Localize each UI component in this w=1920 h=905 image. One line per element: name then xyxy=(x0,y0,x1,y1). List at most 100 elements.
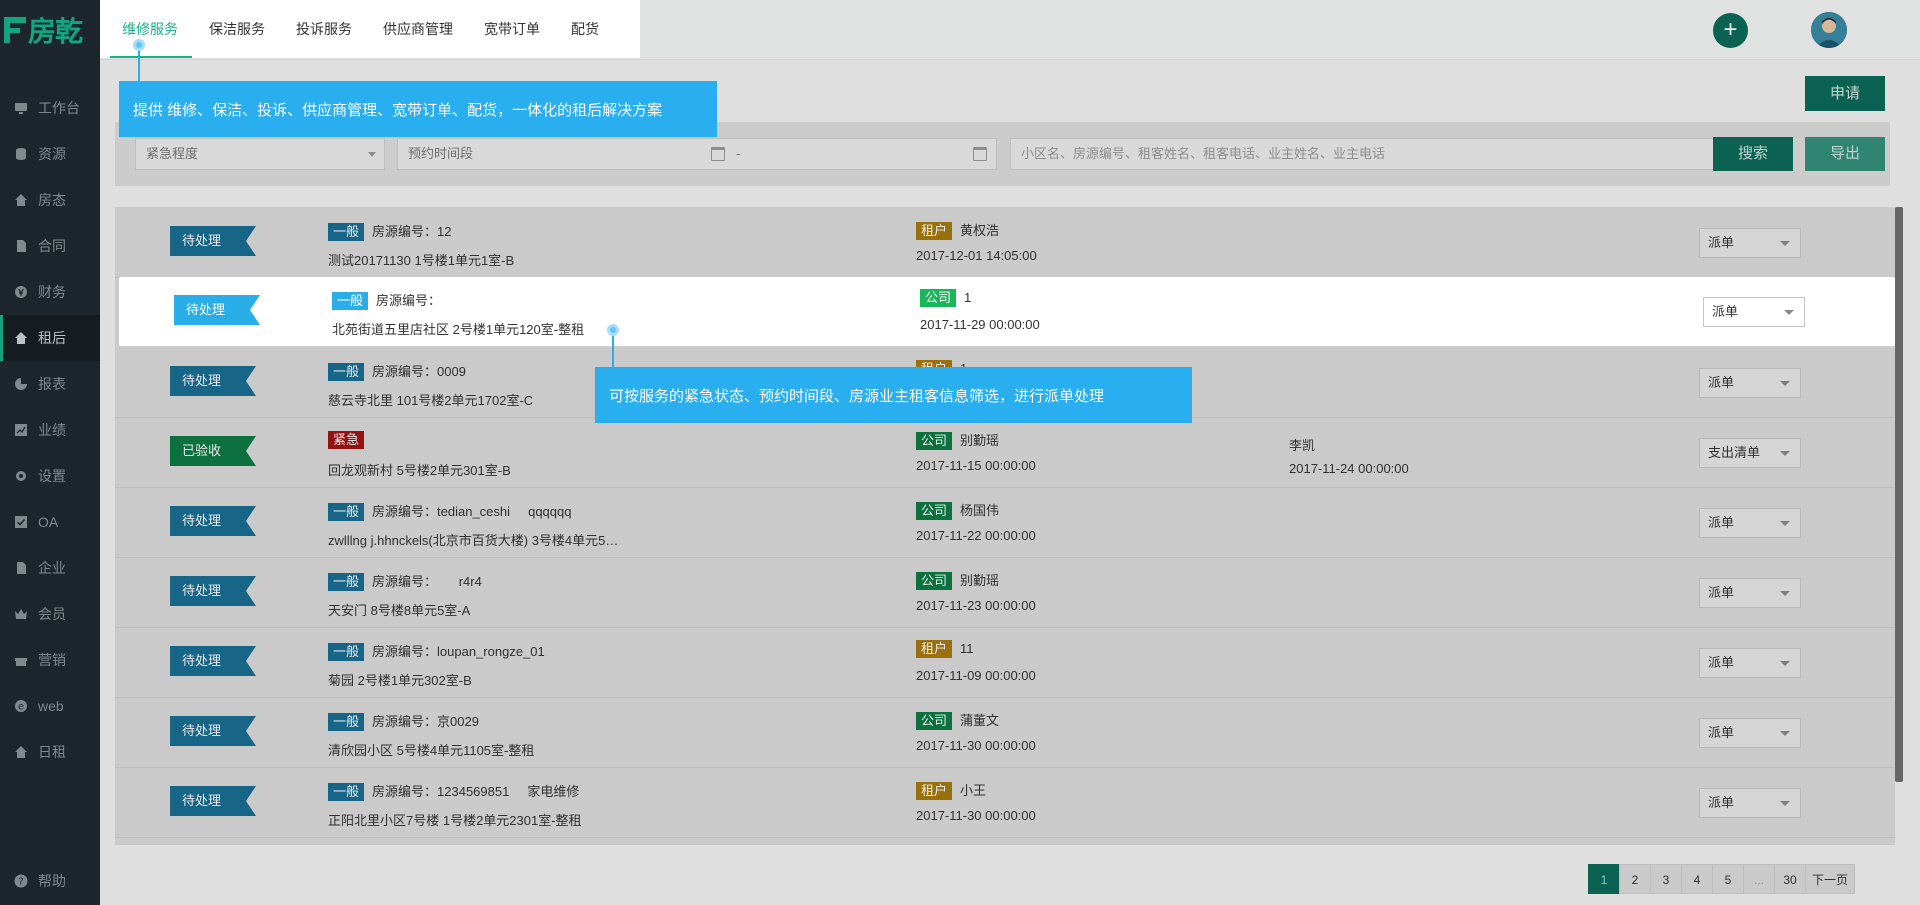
row-action-select[interactable]: 派单 xyxy=(1699,368,1801,398)
sidebar-item-0[interactable]: 工作台 xyxy=(0,85,100,131)
table-row[interactable]: 待处理 一般 房源编号：京0029 清欣园小区 5号楼4单元1105室-整租 公司 蒲董文… xyxy=(115,698,1895,768)
row-action-select[interactable]: 派单 xyxy=(1699,228,1801,258)
row-level-line: 一般 房源编号： r4r4 xyxy=(328,571,482,591)
tab-repair[interactable]: 维修服务 xyxy=(110,0,192,58)
row-address: 北苑街道五里店社区 2号楼1单元120室-整租 xyxy=(332,322,585,337)
brand-logo[interactable]: 房乾 xyxy=(4,10,83,50)
chart-icon xyxy=(14,423,28,437)
chevron-down-icon xyxy=(1780,521,1790,526)
party-tag: 公司 xyxy=(916,502,953,520)
house-no-label: 房源编号： xyxy=(372,714,438,729)
apply-button[interactable]: 申请 xyxy=(1805,76,1885,111)
row-address: 菊园 2号楼1单元302室-B xyxy=(328,673,472,688)
table-row[interactable]: 待处理 一般 房源编号：loupan_rongze_01 菊园 2号楼1单元302室-… xyxy=(115,628,1895,698)
brand-logo-text: 房乾 xyxy=(28,16,83,47)
sidebar-item-10[interactable]: 企业 xyxy=(0,545,100,591)
chevron-down-icon xyxy=(1780,381,1790,386)
page-button[interactable]: 30 xyxy=(1774,864,1806,894)
page-button[interactable]: 1 xyxy=(1588,864,1620,894)
table-row[interactable]: 待处理 一般 房源编号： 北苑街道五里店社区 2号楼1单元120室-整租 公司 1 2017… xyxy=(119,277,1895,347)
sidebar-item-2[interactable]: 房态 xyxy=(0,177,100,223)
appointment-period-picker[interactable]: 预约时间段 - xyxy=(397,138,997,170)
row-action-select[interactable]: 派单 xyxy=(1699,648,1801,678)
sidebar-item-7[interactable]: 业绩 xyxy=(0,407,100,453)
sidebar-item-5[interactable]: 租后 xyxy=(0,315,100,361)
export-button[interactable]: 导出 xyxy=(1805,137,1885,171)
svg-text:e: e xyxy=(18,702,24,713)
chevron-down-icon xyxy=(1784,310,1794,315)
page-button[interactable]: 5 xyxy=(1712,864,1744,894)
database-icon xyxy=(14,147,28,161)
help-link[interactable]: ? 帮助 xyxy=(14,871,66,891)
row-level-line: 一般 房源编号：tedian_ceshi qqqqqq xyxy=(328,501,571,521)
pagination: 1 2 3 4 5... 30 下一页 xyxy=(1588,864,1855,894)
user-avatar[interactable] xyxy=(1811,12,1847,48)
table-row[interactable]: 待处理 一般 房源编号： r4r4 天安门 8号楼8单元5室-A 公司 别勤瑶 2017-1… xyxy=(115,558,1895,628)
pagination-ellipsis: ... xyxy=(1743,864,1775,894)
tabs-guide-tooltip: 提供 维修、保洁、投诉、供应商管理、宽带订单、配货，一体化的租后解决方案 xyxy=(119,81,717,137)
row-action-label: 派单 xyxy=(1708,655,1735,670)
sidebar-item-9[interactable]: OA xyxy=(0,499,100,545)
page-button[interactable]: 3 xyxy=(1650,864,1682,894)
sidebar-item-4[interactable]: 财务 xyxy=(0,269,100,315)
sidebar-item-label: 营销 xyxy=(38,652,66,668)
search-button[interactable]: 搜索 xyxy=(1713,137,1793,171)
sidebar-item-11[interactable]: 会员 xyxy=(0,591,100,637)
party-tag: 公司 xyxy=(916,572,953,590)
sidebar-item-label: OA xyxy=(38,514,59,530)
row-action-select[interactable]: 派单 xyxy=(1699,508,1801,538)
page-button[interactable]: 4 xyxy=(1681,864,1713,894)
sidebar-item-3[interactable]: 合同 xyxy=(0,223,100,269)
sidebar-item-12[interactable]: 营销 xyxy=(0,637,100,683)
row-action-select[interactable]: 派单 xyxy=(1699,578,1801,608)
sidebar-item-1[interactable]: 资源 xyxy=(0,131,100,177)
row-action-label: 派单 xyxy=(1712,304,1739,319)
table-row[interactable]: 已验收 紧急 回龙观新村 5号楼2单元301室-B 公司 别勤瑶 2017-11-15 0… xyxy=(115,418,1895,488)
row-action-label: 派单 xyxy=(1708,795,1735,810)
next-page-button[interactable]: 下一页 xyxy=(1805,864,1855,894)
sidebar-item-6[interactable]: 报表 xyxy=(0,361,100,407)
gift-icon xyxy=(14,653,28,667)
level-tag: 一般 xyxy=(328,503,365,521)
pie-chart-icon xyxy=(14,377,28,391)
tab-broadband[interactable]: 宽带订单 xyxy=(484,0,540,58)
row-action-select[interactable]: 支出清单 xyxy=(1699,438,1801,468)
status-badge: 待处理 xyxy=(170,226,256,256)
keyword-search-input[interactable]: 小区名、房源编号、租客姓名、租客电话、业主姓名、业主电话 xyxy=(1010,138,1715,170)
row-action-select[interactable]: 派单 xyxy=(1703,297,1805,327)
tabs-tip-dot xyxy=(133,39,145,51)
crown-icon xyxy=(14,607,28,621)
appointment-time: 2017-11-29 00:00:00 xyxy=(920,317,1040,332)
tab-supplier[interactable]: 供应商管理 xyxy=(383,0,453,58)
chevron-down-icon xyxy=(1780,591,1790,596)
sidebar-item-8[interactable]: 设置 xyxy=(0,453,100,499)
sidebar-item-14[interactable]: 日租 xyxy=(0,729,100,775)
row-action-select[interactable]: 派单 xyxy=(1699,718,1801,748)
house-no-value: 1234569851 家电维修 xyxy=(437,784,580,799)
house-no-value: 0009 xyxy=(437,364,466,379)
row-party: 租户 小王 xyxy=(916,780,986,800)
house-no-label: 房源编号： xyxy=(372,784,438,799)
row-action-select[interactable]: 派单 xyxy=(1699,788,1801,818)
table-row[interactable]: 待处理 一般 房源编号：1234569851 家电维修 正阳北里小区7号楼 1号楼2单… xyxy=(115,768,1895,838)
sidebar-item-label: web xyxy=(38,698,64,714)
page-button[interactable]: 2 xyxy=(1619,864,1651,894)
sidebar-item-13[interactable]: e web xyxy=(0,683,100,729)
table-row[interactable]: 待处理 一般 房源编号：12 测试20171130 1号楼1单元1室-B 租户 黄权浩 20… xyxy=(115,208,1895,278)
house-no-label: 房源编号： xyxy=(376,293,442,308)
filter-tip-text: 可按服务的紧急状态、预约时间段、房源业主租客信息筛选，进行派单处理 xyxy=(609,387,1105,405)
tab-distribution[interactable]: 配货 xyxy=(571,0,599,58)
list-scrollbar[interactable] xyxy=(1895,207,1903,782)
level-tag: 一般 xyxy=(328,783,365,801)
row-level-line: 一般 房源编号：loupan_rongze_01 xyxy=(328,641,545,661)
sidebar-item-label: 设置 xyxy=(38,468,66,484)
urgency-select[interactable]: 紧急程度 xyxy=(135,138,385,170)
tab-cleaning[interactable]: 保洁服务 xyxy=(209,0,265,58)
row-address: zwlllng j.hhnckels(北京市百货大楼) 3号楼4单元5… xyxy=(328,533,619,548)
level-tag: 一般 xyxy=(328,223,365,241)
table-row[interactable]: 待处理 一般 房源编号：tedian_ceshi qqqqqq zwlllng j.h… xyxy=(115,488,1895,558)
row-address: 测试20171130 1号楼1单元1室-B xyxy=(328,253,515,268)
sidebar-item-label: 报表 xyxy=(38,376,66,392)
tab-complaint[interactable]: 投诉服务 xyxy=(296,0,352,58)
add-button[interactable]: + xyxy=(1713,13,1748,48)
